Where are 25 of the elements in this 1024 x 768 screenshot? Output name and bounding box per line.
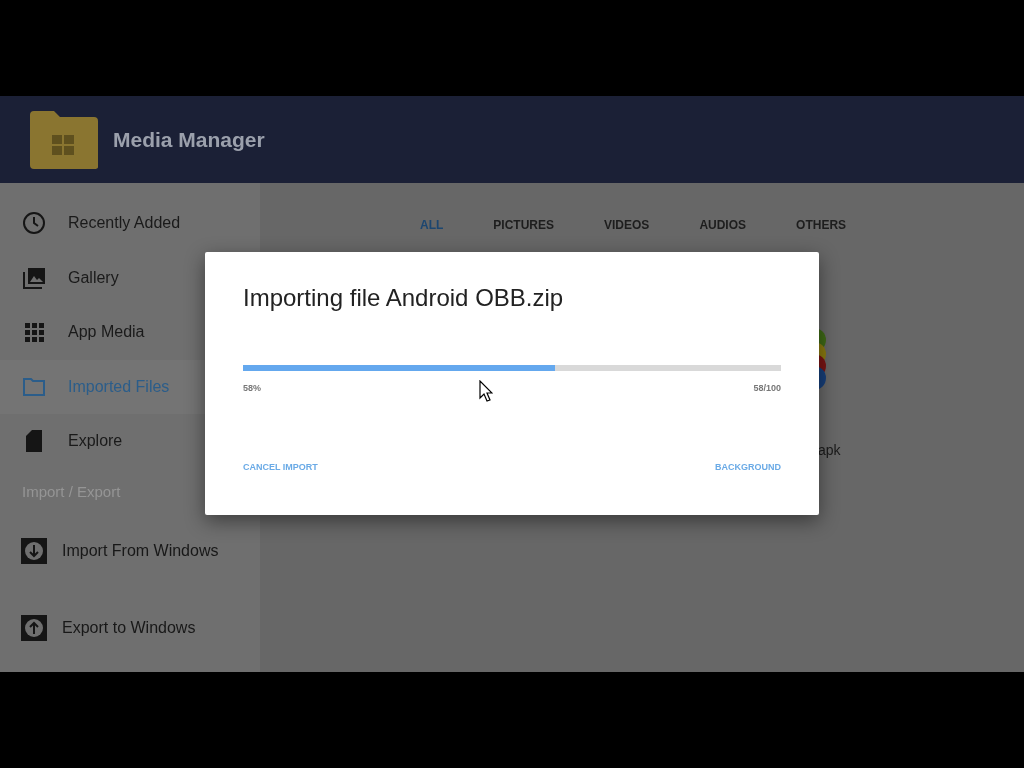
- tab[interactable]: AUDIOS: [699, 218, 747, 236]
- photos-icon: [22, 265, 46, 290]
- tab[interactable]: ALL: [420, 218, 444, 236]
- sidebar-item[interactable]: Gallery: [0, 250, 210, 305]
- file-name: apk: [818, 442, 841, 458]
- cancel-button[interactable]: CANCEL IMPORT: [243, 462, 318, 472]
- download-icon: [21, 537, 47, 564]
- folder-icon: [28, 108, 100, 171]
- sidebar-action[interactable]: Export to Windows: [0, 600, 230, 655]
- tab[interactable]: PICTURES: [493, 218, 554, 236]
- sidebar-action[interactable]: Import From Windows: [0, 523, 230, 578]
- progress-percent: 58%: [243, 383, 261, 393]
- background-button[interactable]: BACKGROUND: [715, 462, 781, 472]
- sidebar-item[interactable]: App Media: [0, 305, 210, 360]
- progress-count: 58/100: [753, 383, 781, 393]
- sidebar-item[interactable]: Recently Added: [0, 196, 210, 251]
- tab[interactable]: OTHERS: [796, 218, 847, 236]
- dialog-title: Importing file Android OBB.zip: [243, 284, 565, 312]
- clock-icon: [22, 211, 46, 236]
- tab[interactable]: VIDEOS: [604, 218, 650, 236]
- grid-icon: [22, 320, 46, 345]
- sidebar-item[interactable]: Explore: [0, 414, 210, 469]
- upload-icon: [21, 614, 47, 641]
- app-title: Media Manager: [113, 127, 265, 152]
- cursor-icon: [479, 380, 493, 402]
